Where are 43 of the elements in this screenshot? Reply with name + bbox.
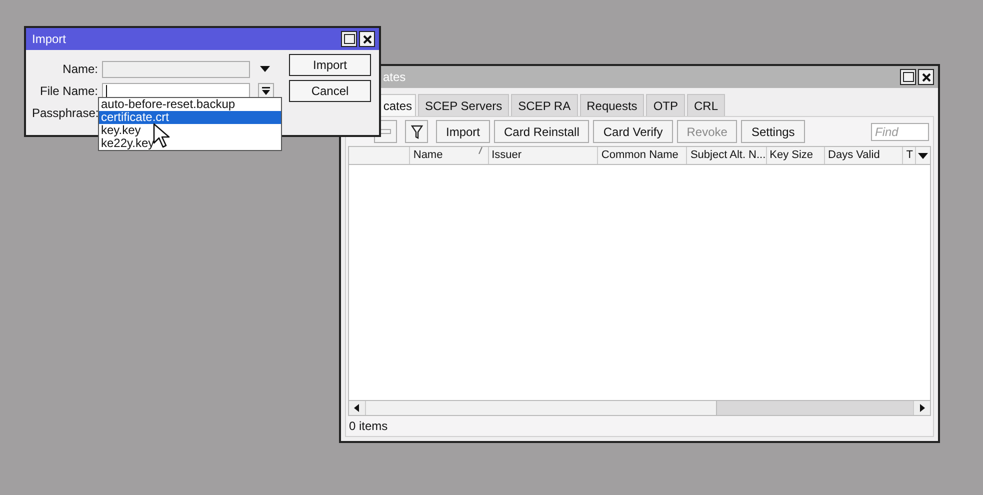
item-count: 0 items bbox=[349, 419, 388, 433]
dropdown-option[interactable]: key.key bbox=[99, 124, 281, 137]
tab[interactable]: OTP bbox=[646, 94, 685, 116]
dropdown-icon bbox=[262, 86, 270, 96]
tab[interactable]: Requests bbox=[580, 94, 644, 116]
horizontal-scrollbar[interactable] bbox=[349, 400, 930, 415]
toolbar-button[interactable]: Card Reinstall bbox=[494, 120, 590, 143]
close-button[interactable] bbox=[359, 31, 375, 47]
dropdown-option[interactable]: certificate.crt bbox=[99, 111, 281, 124]
column-header[interactable]: Issuer bbox=[488, 147, 598, 164]
toolbar-button[interactable]: Import bbox=[436, 120, 490, 143]
field-label: Passphrase: bbox=[32, 106, 98, 120]
right-arrow-icon[interactable] bbox=[917, 403, 927, 413]
field-label: File Name: bbox=[38, 84, 98, 98]
window-title: ates bbox=[382, 70, 406, 84]
window-title: Import bbox=[32, 32, 66, 46]
column-header[interactable]: Name bbox=[410, 147, 489, 164]
toolbar-button[interactable]: Settings bbox=[741, 120, 805, 143]
caret-icon bbox=[918, 152, 928, 158]
maximize-button[interactable] bbox=[900, 69, 916, 85]
dialog-button[interactable]: Import bbox=[289, 54, 371, 76]
maximize-button[interactable] bbox=[341, 31, 357, 47]
filter-icon bbox=[410, 124, 422, 138]
tab[interactable]: SCEP RA bbox=[511, 94, 578, 116]
tab[interactable]: CRL bbox=[686, 94, 725, 116]
dropdown-caret-icon[interactable] bbox=[260, 66, 270, 72]
tab[interactable]: SCEP Servers bbox=[418, 94, 510, 116]
close-icon bbox=[362, 34, 372, 44]
filter-button[interactable] bbox=[405, 120, 428, 143]
column-header[interactable]: Key Size bbox=[766, 147, 826, 164]
field-label: Name: bbox=[62, 62, 98, 76]
column-header[interactable]: Common Name bbox=[598, 147, 688, 164]
dialog-button[interactable]: Cancel bbox=[289, 80, 371, 102]
close-button[interactable] bbox=[918, 69, 934, 85]
left-arrow-icon[interactable] bbox=[352, 403, 362, 413]
sort-icon bbox=[478, 147, 483, 154]
column-header[interactable]: Subject Alt. N... bbox=[687, 147, 767, 164]
close-icon bbox=[922, 72, 930, 82]
dropdown-option[interactable]: ke22y.key bbox=[99, 137, 281, 150]
toolbar-button[interactable]: Card Verify bbox=[593, 120, 673, 143]
search-field[interactable]: Find bbox=[871, 122, 929, 140]
column-header[interactable]: Days Valid bbox=[825, 147, 904, 164]
dropdown-option[interactable]: auto-before-reset.backup bbox=[99, 98, 281, 111]
